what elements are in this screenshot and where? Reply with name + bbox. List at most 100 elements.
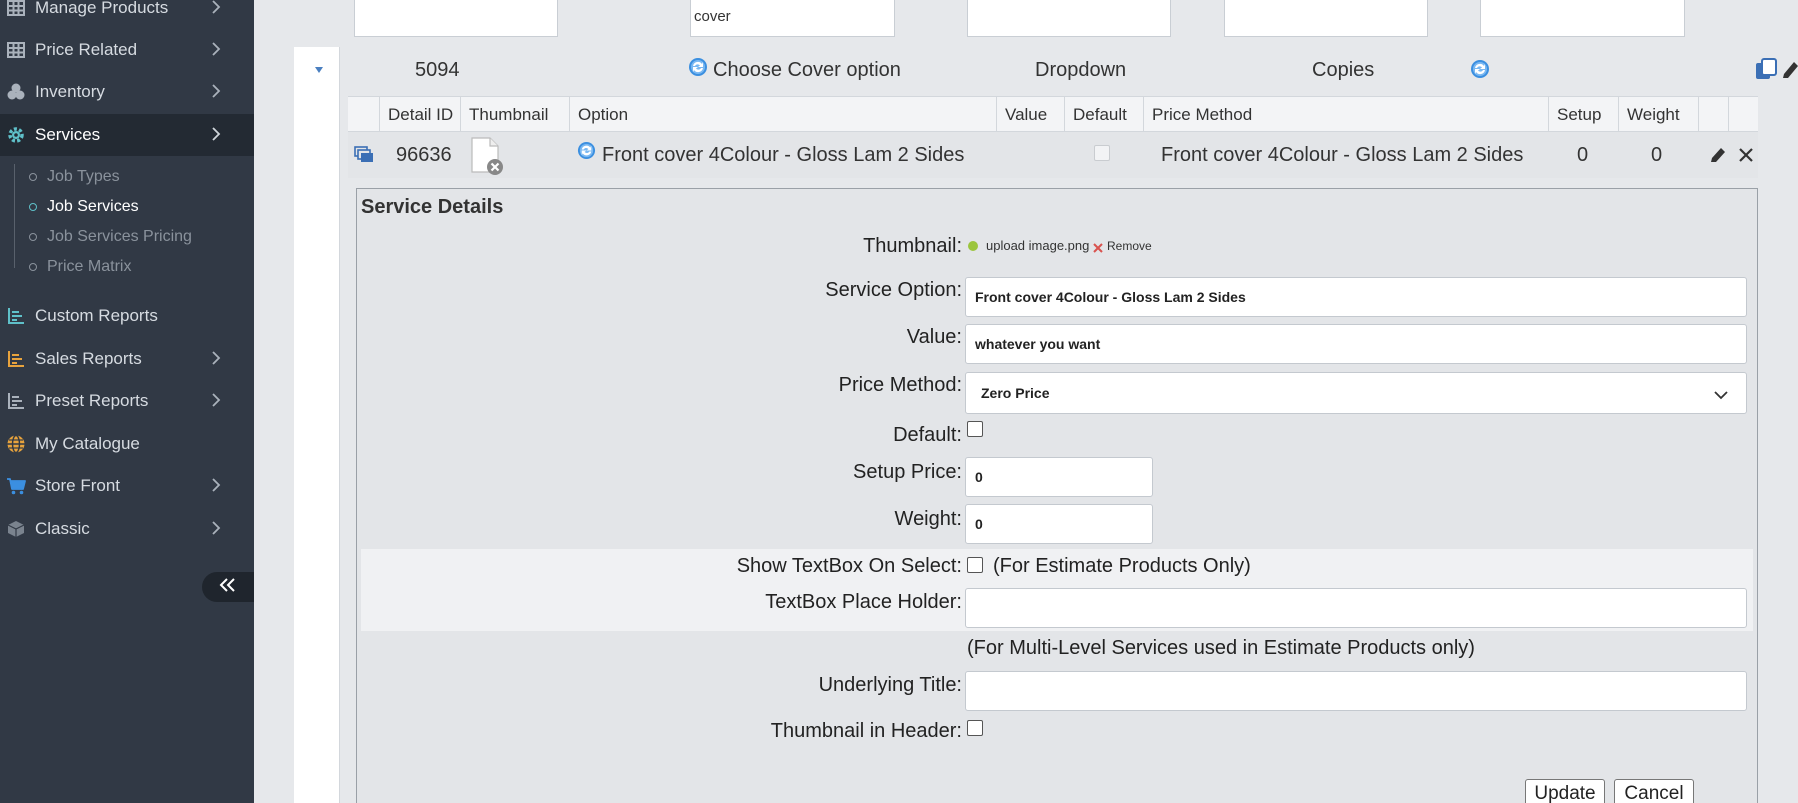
- cubes-icon: [6, 82, 26, 102]
- sidebar-item-label: My Catalogue: [35, 434, 140, 453]
- update-button[interactable]: Update: [1525, 779, 1605, 803]
- header-weight[interactable]: Weight: [1618, 97, 1698, 132]
- service-option-input[interactable]: Front cover 4Colour - Gloss Lam 2 Sides: [965, 277, 1747, 317]
- group-id: 5094: [415, 59, 460, 81]
- status-dot-icon: [967, 239, 979, 257]
- thumbnail-label: Thumbnail:: [863, 235, 962, 257]
- panel-title: Service Details: [361, 196, 504, 218]
- bullet-icon: [29, 203, 37, 211]
- sidebar-item-custom-reports[interactable]: Custom Reports: [0, 295, 254, 337]
- show-textbox-label: Show TextBox On Select:: [736, 555, 962, 577]
- chevron-right-icon: [208, 41, 224, 57]
- submenu-item-job-services[interactable]: Job Services: [29, 194, 139, 220]
- no-thumbnail-icon: [468, 136, 508, 182]
- chevron-right-icon: [208, 477, 224, 493]
- weight-input[interactable]: 0: [965, 504, 1153, 544]
- value-input[interactable]: whatever you want: [965, 324, 1747, 364]
- row-weight: 0: [1651, 144, 1663, 166]
- underlying-title-input[interactable]: [965, 671, 1747, 711]
- input-value: whatever you want: [975, 336, 1101, 352]
- select-value: Zero Price: [981, 385, 1050, 401]
- header-setup[interactable]: Setup: [1548, 97, 1618, 132]
- table-row[interactable]: 96636 Front cover 4Colour - Gloss Lam 2 …: [348, 132, 1758, 178]
- placeholder-label: TextBox Place Holder:: [765, 591, 962, 613]
- input-value: 0: [975, 516, 983, 532]
- sidebar-item-label: Price Related: [35, 40, 138, 59]
- placeholder-input[interactable]: [965, 588, 1747, 628]
- sidebar-item-store-front[interactable]: Store Front: [0, 465, 254, 507]
- sidebar-item-label: Manage Products: [35, 0, 169, 17]
- chart-icon: [6, 391, 26, 411]
- thumb-header-label: Thumbnail in Header:: [770, 720, 962, 742]
- header-spacer: [1728, 97, 1758, 132]
- filter-value: cover: [694, 8, 731, 25]
- setup-price-input[interactable]: 0: [965, 457, 1153, 497]
- filter-input-extra[interactable]: [1480, 0, 1685, 37]
- edit-icon[interactable]: [1782, 59, 1798, 85]
- multilevel-note: (For Multi-Level Services used in Estima…: [967, 637, 1475, 659]
- header-price-method[interactable]: Price Method: [1143, 97, 1548, 132]
- sidebar-item-label: Store Front: [35, 476, 121, 495]
- value-label: Value:: [906, 326, 962, 348]
- header-option[interactable]: Option: [569, 97, 996, 132]
- sidebar-item-label: Inventory: [35, 82, 105, 101]
- sidebar-item-classic[interactable]: Classic: [0, 508, 254, 550]
- header-spacer: [348, 97, 379, 132]
- chevron-down-icon: [1714, 387, 1728, 403]
- default-label: Default:: [893, 424, 962, 446]
- filter-input-id[interactable]: [354, 0, 558, 37]
- weight-label: Weight:: [894, 508, 962, 530]
- sidebar-item-services[interactable]: Services: [0, 114, 254, 156]
- cancel-button[interactable]: Cancel: [1614, 779, 1694, 803]
- chevron-right-icon: [208, 83, 224, 99]
- chevron-right-icon: [208, 392, 224, 408]
- remove-icon[interactable]: [1093, 240, 1103, 258]
- sidebar-item-sales-reports[interactable]: Sales Reports: [0, 338, 254, 380]
- show-textbox-note: (For Estimate Products Only): [993, 555, 1251, 577]
- collapse-sidebar-button[interactable]: [202, 572, 254, 602]
- collapse-row-icon[interactable]: [314, 62, 324, 73]
- sidebar-item-label: Services: [35, 125, 101, 144]
- table-icon: [6, 40, 26, 60]
- refresh-icon[interactable]: [577, 141, 596, 166]
- submenu-item-job-types[interactable]: Job Types: [29, 164, 120, 190]
- sidebar-item-label: Preset Reports: [35, 391, 149, 410]
- close-icon[interactable]: [1738, 146, 1754, 169]
- submenu-item-job-services-pricing[interactable]: Job Services Pricing: [29, 224, 192, 250]
- filter-input-unit[interactable]: [1224, 0, 1428, 37]
- thumb-header-checkbox[interactable]: [967, 720, 983, 736]
- sidebar-item-price-related[interactable]: Price Related: [0, 29, 254, 71]
- submenu-label: Job Types: [47, 168, 120, 185]
- sidebar-item-manage-products[interactable]: Manage Products: [0, 0, 254, 29]
- filter-input-name[interactable]: cover: [690, 0, 895, 37]
- row-default-checkbox[interactable]: [1094, 145, 1110, 161]
- refresh-icon[interactable]: [1470, 59, 1490, 85]
- row-option: Front cover 4Colour - Gloss Lam 2 Sides: [602, 144, 965, 166]
- services-submenu: Job Types Job Services Job Services Pric…: [14, 164, 244, 275]
- sidebar-item-my-catalogue[interactable]: My Catalogue: [0, 423, 254, 465]
- service-details-panel: Service Details Thumbnail: upload image.…: [356, 188, 1758, 803]
- price-method-select[interactable]: Zero Price: [965, 372, 1747, 414]
- header-thumbnail[interactable]: Thumbnail: [460, 97, 569, 132]
- edit-icon[interactable]: [1710, 145, 1728, 169]
- sidebar-item-label: Classic: [35, 519, 90, 538]
- refresh-icon[interactable]: [688, 57, 708, 83]
- chevron-right-icon: [208, 126, 224, 142]
- layers-icon[interactable]: [354, 146, 374, 170]
- copy-icon[interactable]: [1754, 57, 1778, 87]
- row-price-method: Front cover 4Colour - Gloss Lam 2 Sides: [1161, 144, 1524, 166]
- sidebar-item-inventory[interactable]: Inventory: [0, 71, 254, 113]
- main-content: cover 5094 Choose Cover option Dropdown …: [254, 0, 1798, 803]
- show-textbox-checkbox[interactable]: [967, 557, 983, 573]
- row-gutter: [294, 47, 340, 803]
- gear-icon: [6, 125, 26, 145]
- header-detail-id[interactable]: Detail ID: [379, 97, 460, 132]
- remove-link[interactable]: Remove: [1107, 239, 1152, 253]
- filter-input-type[interactable]: [967, 0, 1171, 37]
- header-default[interactable]: Default: [1064, 97, 1143, 132]
- default-checkbox[interactable]: [967, 421, 983, 437]
- sidebar-item-preset-reports[interactable]: Preset Reports: [0, 380, 254, 422]
- details-grid-header: Detail ID Thumbnail Option Value Default…: [348, 96, 1758, 132]
- submenu-item-price-matrix[interactable]: Price Matrix: [29, 254, 131, 280]
- header-value[interactable]: Value: [996, 97, 1064, 132]
